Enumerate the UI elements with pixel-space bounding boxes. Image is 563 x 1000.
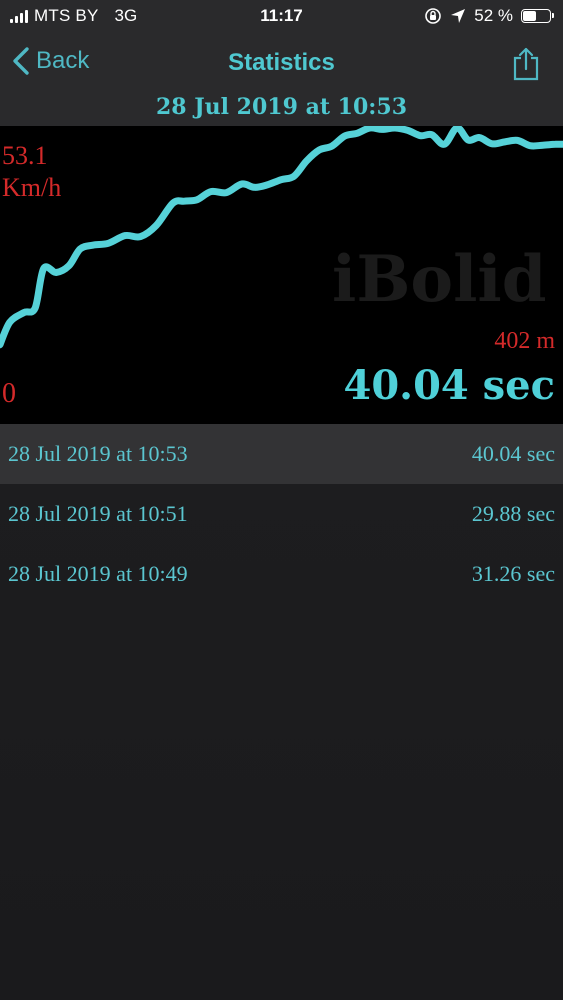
session-date: 28 Jul 2019 at 10:49 bbox=[8, 561, 188, 586]
session-list: 28 Jul 2019 at 10:53 40.04 sec 28 Jul 20… bbox=[0, 424, 563, 604]
elapsed-time: 40.04 sec bbox=[343, 362, 555, 409]
y-min-label: 0 bbox=[2, 378, 16, 409]
session-row[interactable]: 28 Jul 2019 at 10:49 31.26 sec bbox=[0, 544, 563, 604]
distance-label: 402 m bbox=[494, 328, 555, 354]
session-time: 31.26 sec bbox=[471, 561, 555, 586]
statistics-screen: MTS BY 3G 11:17 52 % Back Statistics 28 … bbox=[0, 0, 563, 1000]
status-bar: MTS BY 3G 11:17 52 % bbox=[0, 0, 563, 34]
session-row[interactable]: 28 Jul 2019 at 10:51 29.88 sec bbox=[0, 484, 563, 544]
y-max-value: 53.1 bbox=[2, 141, 48, 170]
session-date: 28 Jul 2019 at 10:51 bbox=[8, 501, 188, 526]
session-date: 28 Jul 2019 at 10:53 bbox=[8, 441, 188, 466]
speed-line bbox=[0, 126, 563, 349]
y-max-label: 53.1 Km/h bbox=[2, 140, 61, 204]
speed-chart: iBolid 53.1 Km/h 0 402 m 40.04 sec bbox=[0, 126, 563, 424]
location-icon bbox=[451, 9, 466, 23]
session-title: 28 Jul 2019 at 10:53 bbox=[155, 94, 407, 120]
navigation-bar: Back Statistics bbox=[0, 34, 563, 94]
session-time: 40.04 sec bbox=[471, 441, 555, 466]
orientation-lock-icon bbox=[425, 8, 442, 24]
session-row[interactable]: 28 Jul 2019 at 10:53 40.04 sec bbox=[0, 424, 563, 484]
share-icon[interactable] bbox=[511, 46, 541, 82]
battery-percent: 52 % bbox=[474, 6, 513, 25]
battery-icon bbox=[521, 9, 554, 23]
page-title: Statistics bbox=[228, 49, 335, 76]
y-unit-label: Km/h bbox=[2, 173, 62, 202]
session-time: 29.88 sec bbox=[471, 501, 555, 526]
battery-fill bbox=[523, 11, 536, 21]
status-right: 52 % bbox=[424, 6, 554, 26]
